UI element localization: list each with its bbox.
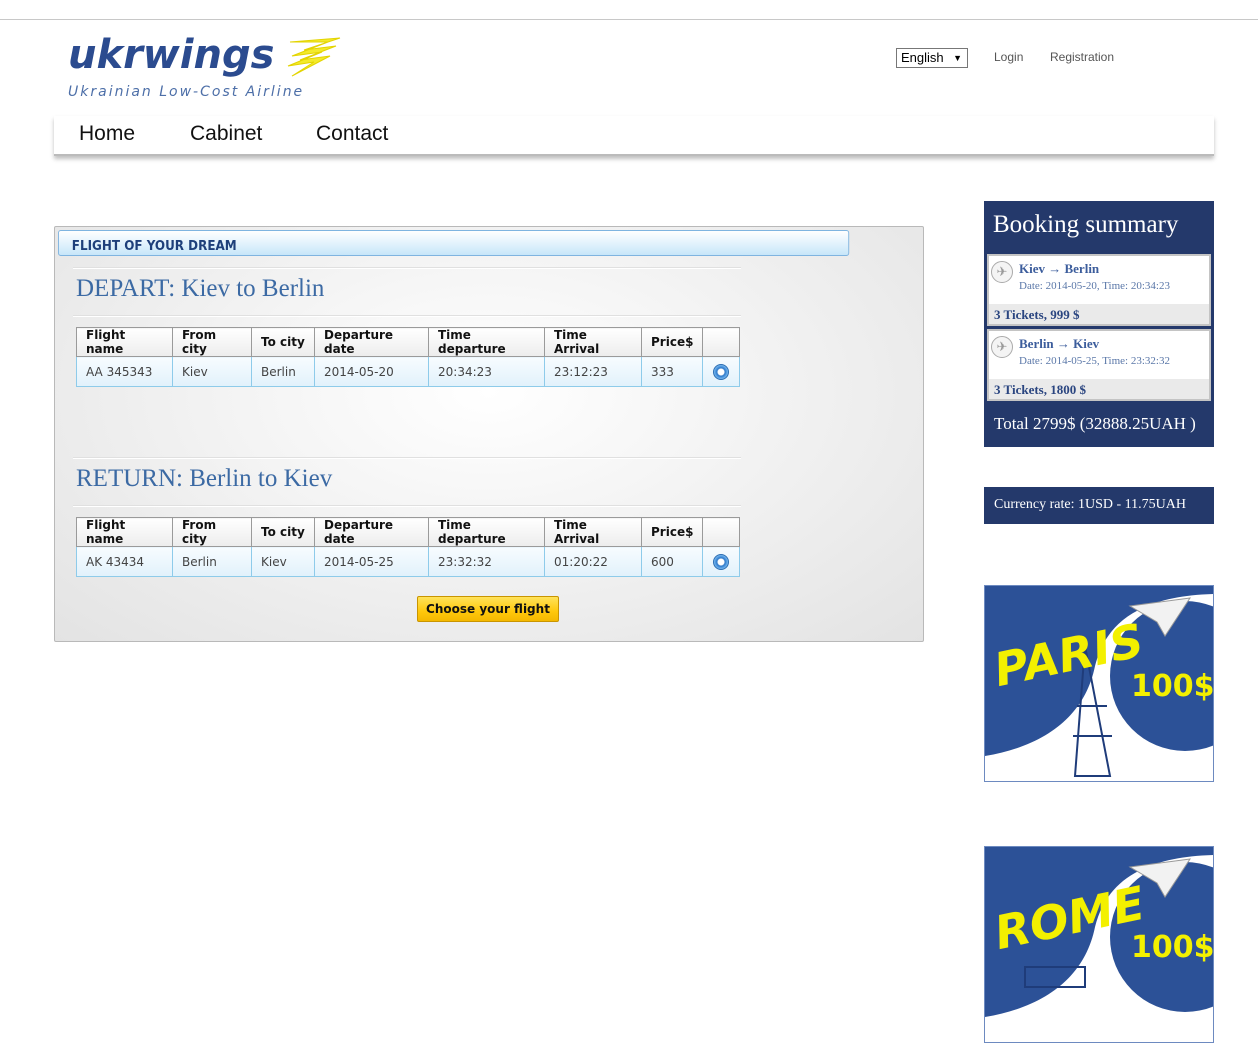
logo-wings-icon: [287, 37, 341, 77]
time-departure-cell: 23:32:32: [428, 546, 545, 577]
select-cell: [702, 546, 741, 577]
summary-title: Booking summary: [993, 211, 1179, 238]
plane-icon: ✈: [991, 261, 1013, 283]
return-table: Flight name From city To city Departure …: [76, 517, 741, 577]
table-row[interactable]: AK 43434 Berlin Kiev 2014-05-25 23:32:32…: [76, 546, 741, 577]
col-from-city: From city: [172, 327, 252, 357]
language-select[interactable]: English ▼: [896, 48, 968, 68]
col-flight-name: Flight name: [76, 517, 173, 547]
time-departure-cell: 20:34:23: [428, 356, 545, 387]
flight-panel: FLIGHT OF YOUR DREAM DEPART: Kiev to Ber…: [54, 226, 924, 642]
divider: [73, 315, 741, 317]
summary-leg: ✈ Kiev → Berlin Date: 2014-05-20, Time: …: [987, 254, 1211, 326]
from-city-cell: Kiev: [172, 356, 252, 387]
main-nav: Home Cabinet Contact: [54, 116, 1214, 156]
flight-radio[interactable]: [713, 553, 730, 570]
col-time-departure: Time departure: [428, 327, 545, 357]
plane-icon: ✈: [991, 336, 1013, 358]
col-flight-name: Flight name: [76, 327, 173, 357]
col-to-city: To city: [251, 327, 315, 357]
divider: [73, 267, 741, 269]
flight-radio[interactable]: [713, 363, 730, 380]
nav-item-home[interactable]: Home: [79, 122, 135, 146]
col-select: [702, 517, 741, 547]
leg-details: Date: 2014-05-25, Time: 23:32:32: [1019, 355, 1170, 367]
nav-item-cabinet[interactable]: Cabinet: [190, 122, 262, 146]
select-cell: [702, 356, 741, 387]
leg-details: Date: 2014-05-20, Time: 20:34:23: [1019, 280, 1170, 292]
divider: [73, 505, 741, 507]
col-from-city: From city: [172, 517, 252, 547]
promo-rome-art: ROME 100$: [985, 847, 1214, 1042]
logo-tagline: Ukrainian Low-Cost Airline: [68, 84, 305, 100]
time-arrival-cell: 01:20:22: [544, 546, 642, 577]
flight-name-cell: AK 43434: [76, 546, 173, 577]
leg-tickets: 3 Tickets, 1800 $: [989, 379, 1209, 399]
divider: [73, 457, 741, 459]
login-link[interactable]: Login: [994, 50, 1023, 64]
dropdown-arrow-icon: ▼: [953, 53, 962, 63]
promo-price: 100$: [1131, 930, 1214, 965]
summary-leg: ✈ Berlin → Kiev Date: 2014-05-25, Time: …: [987, 329, 1211, 401]
col-price: Price$: [640, 517, 704, 547]
col-time-departure: Time departure: [428, 517, 545, 547]
depart-title: DEPART: Kiev to Berlin: [76, 275, 325, 302]
promo-banner-rome[interactable]: ROME 100$: [984, 846, 1214, 1043]
currency-rate: Currency rate: 1USD - 11.75UAH: [984, 487, 1214, 524]
col-time-arrival: Time Arrival: [544, 327, 642, 357]
leg-route: Berlin → Kiev: [1019, 336, 1100, 351]
price-cell: 600: [640, 546, 704, 577]
col-departure-date: Departure date: [314, 517, 429, 547]
col-price: Price$: [640, 327, 704, 357]
leg-tickets: 3 Tickets, 999 $: [989, 304, 1209, 324]
depart-table: Flight name From city To city Departure …: [76, 327, 741, 387]
panel-title: FLIGHT OF YOUR DREAM: [58, 230, 850, 256]
price-cell: 333: [640, 356, 704, 387]
registration-link[interactable]: Registration: [1050, 50, 1114, 64]
col-to-city: To city: [251, 517, 315, 547]
choose-flight-button[interactable]: Choose your flight: [417, 596, 559, 622]
leg-route: Kiev → Berlin: [1019, 261, 1100, 276]
promo-price: 100$: [1131, 669, 1214, 704]
col-select: [702, 327, 741, 357]
from-city-cell: Berlin: [172, 546, 252, 577]
return-title: RETURN: Berlin to Kiev: [76, 465, 333, 492]
flight-name-cell: AA 345343: [76, 356, 173, 387]
promo-paris-art: PARIS 100$: [985, 586, 1214, 781]
departure-date-cell: 2014-05-20: [314, 356, 429, 387]
table-row[interactable]: AA 345343 Kiev Berlin 2014-05-20 20:34:2…: [76, 356, 741, 387]
top-divider: [0, 19, 1258, 20]
language-value: English: [901, 50, 944, 65]
booking-summary: Booking summary ✈ Kiev → Berlin Date: 20…: [984, 201, 1214, 447]
col-departure-date: Departure date: [314, 327, 429, 357]
nav-item-contact[interactable]: Contact: [316, 122, 388, 146]
summary-total: Total 2799$ (32888.25UAH ): [994, 414, 1196, 433]
departure-date-cell: 2014-05-25: [314, 546, 429, 577]
logo[interactable]: ukrwings Ukrainian Low-Cost Airline: [66, 32, 356, 104]
promo-banner-paris[interactable]: PARIS 100$: [984, 585, 1214, 782]
col-time-arrival: Time Arrival: [544, 517, 642, 547]
logo-text: ukrwings: [68, 32, 275, 78]
to-city-cell: Berlin: [251, 356, 315, 387]
to-city-cell: Kiev: [251, 546, 315, 577]
time-arrival-cell: 23:12:23: [544, 356, 642, 387]
